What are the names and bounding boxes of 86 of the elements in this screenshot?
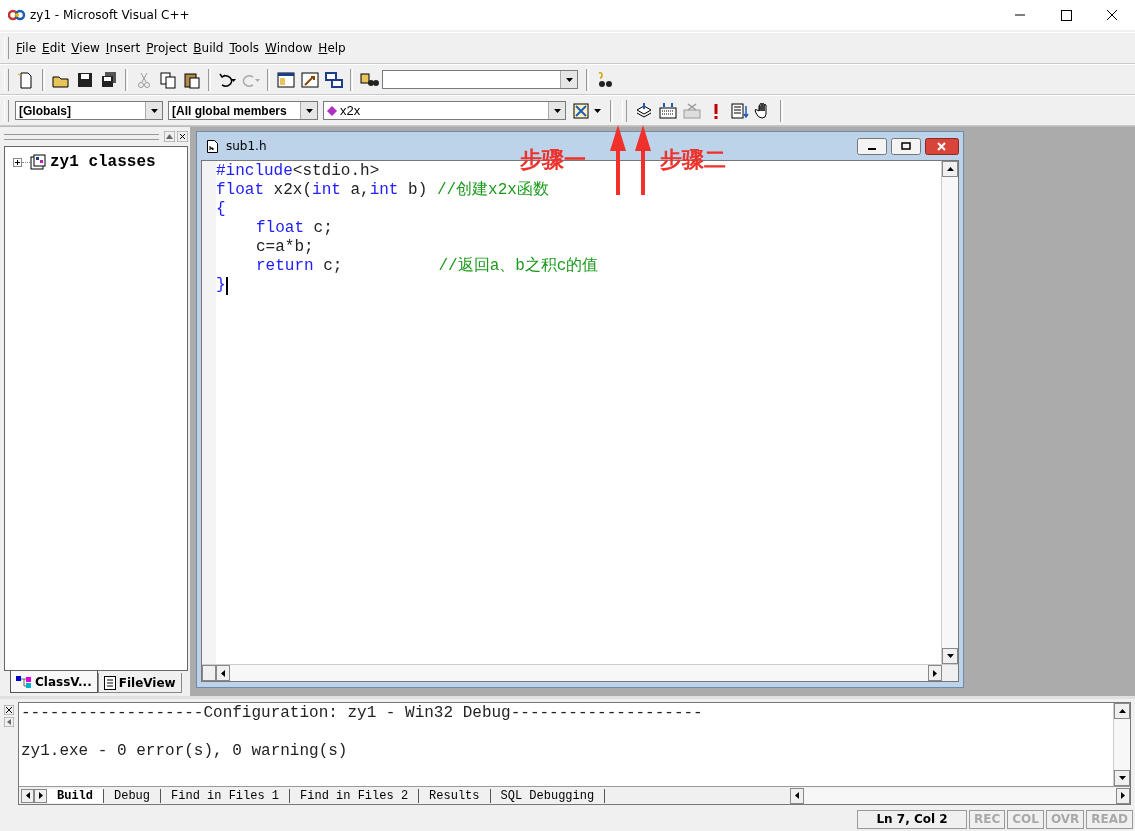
output-tab[interactable]: Find in Files 2 <box>290 788 420 803</box>
code-line: c=a*b; <box>255 238 314 257</box>
code-line: { <box>216 200 226 219</box>
output-tab[interactable]: Results <box>419 788 491 803</box>
annotation-arrow <box>635 125 651 195</box>
output-tab[interactable]: Find in Files 1 <box>161 788 291 803</box>
output-line: zy1.exe - 0 error(s), 0 warning(s) <box>21 742 348 760</box>
status-indicator: COL <box>1007 809 1044 829</box>
file-icon <box>207 139 218 153</box>
menu-item[interactable]: Window <box>262 41 316 55</box>
close-button[interactable] <box>925 137 959 155</box>
scroll-tabs-right-button[interactable] <box>34 788 47 803</box>
caret-icon <box>553 108 561 113</box>
code-line: #include<stdio.h> <box>216 162 380 181</box>
app-logo-icon <box>8 9 26 21</box>
vertical-scrollbar[interactable] <box>1113 703 1130 786</box>
menu-item[interactable]: Edit <box>39 41 69 55</box>
menu-item[interactable]: Tools <box>226 41 263 55</box>
close-button[interactable] <box>4 705 14 715</box>
cursor-position: Ln 7, Col 2 <box>857 809 967 829</box>
caret-icon <box>150 108 158 113</box>
save-all-icon[interactable] <box>99 70 119 89</box>
output-icon[interactable] <box>300 70 320 89</box>
status-indicator: OVR <box>1045 809 1085 829</box>
right-arrow-icon <box>933 669 937 677</box>
save-icon[interactable] <box>75 70 95 89</box>
document-title: sub1.h <box>226 139 267 153</box>
down-arrow-icon <box>1118 776 1126 780</box>
classes-icon <box>30 154 46 170</box>
minimize-button[interactable] <box>857 137 887 155</box>
scope-combo[interactable]: [Globals] <box>15 101 163 120</box>
window-title: zy1 - Microsoft Visual C++ <box>30 8 190 22</box>
code-line: float c; <box>255 219 333 238</box>
scroll-tabs-left-button[interactable] <box>21 788 34 803</box>
vertical-scrollbar[interactable] <box>941 161 958 664</box>
right-arrow-icon <box>1121 792 1125 799</box>
class-view-icon <box>16 674 32 689</box>
member-icon <box>327 105 337 116</box>
code-line: return c; //返回a、b之积c的值 <box>255 257 599 276</box>
status-indicator: REC <box>969 809 1006 829</box>
collapse-button[interactable] <box>4 717 14 727</box>
output-tab[interactable]: Debug <box>104 788 162 803</box>
output-tab[interactable]: Build <box>47 788 104 803</box>
horizontal-scrollbar[interactable] <box>790 787 1130 804</box>
menu-item[interactable]: View <box>68 41 103 55</box>
caret-icon <box>305 108 313 113</box>
left-arrow-icon <box>221 669 225 677</box>
tree-item[interactable]: zy1 classes <box>50 153 156 171</box>
compile-icon[interactable] <box>634 101 654 120</box>
find-combo[interactable] <box>382 70 578 89</box>
go-icon[interactable] <box>730 101 750 120</box>
copy-icon[interactable] <box>158 70 178 89</box>
menu-item[interactable]: Build <box>190 41 227 55</box>
restore-button[interactable] <box>891 137 921 155</box>
build-icon[interactable] <box>658 101 678 120</box>
annotation-arrow <box>610 125 626 195</box>
caret-icon <box>565 77 573 82</box>
output-line: -------------------Configuration: zy1 - Win32 Debug-------------------- <box>21 704 703 722</box>
collapse-button[interactable] <box>164 131 175 142</box>
status-indicator: READ <box>1086 809 1133 829</box>
menu-item[interactable]: File <box>13 41 40 55</box>
menu-item[interactable]: Project <box>143 41 191 55</box>
down-arrow-icon <box>946 654 954 658</box>
up-arrow-icon <box>1118 709 1126 713</box>
left-arrow-icon <box>25 792 30 799</box>
menu-item[interactable]: Help <box>315 41 349 55</box>
close-button[interactable] <box>177 131 188 142</box>
expand-toggle[interactable] <box>13 157 22 167</box>
workspace-icon[interactable] <box>276 70 296 89</box>
windows-icon[interactable] <box>324 70 344 89</box>
up-arrow-icon <box>946 167 954 171</box>
panel-tab[interactable]: FileView <box>97 673 182 693</box>
code-line: } <box>216 276 228 295</box>
file-view-icon <box>103 675 116 690</box>
menu-item[interactable]: Insert <box>102 41 144 55</box>
wizard-action-icon[interactable] <box>572 101 604 120</box>
output-tab[interactable]: SQL Debugging <box>490 788 606 803</box>
left-arrow-icon <box>795 792 799 799</box>
panel-tab[interactable]: ClassV... <box>10 671 98 693</box>
filter-combo[interactable]: [All global members <box>168 101 318 120</box>
member-combo[interactable]: x2x <box>323 101 566 120</box>
horizontal-scrollbar[interactable] <box>202 664 958 681</box>
code-line: float x2x(int a,int b) //创建x2x函数 <box>216 181 549 200</box>
find-in-files-icon[interactable] <box>359 70 379 89</box>
right-arrow-icon <box>38 792 43 799</box>
paste-icon[interactable] <box>182 70 202 89</box>
